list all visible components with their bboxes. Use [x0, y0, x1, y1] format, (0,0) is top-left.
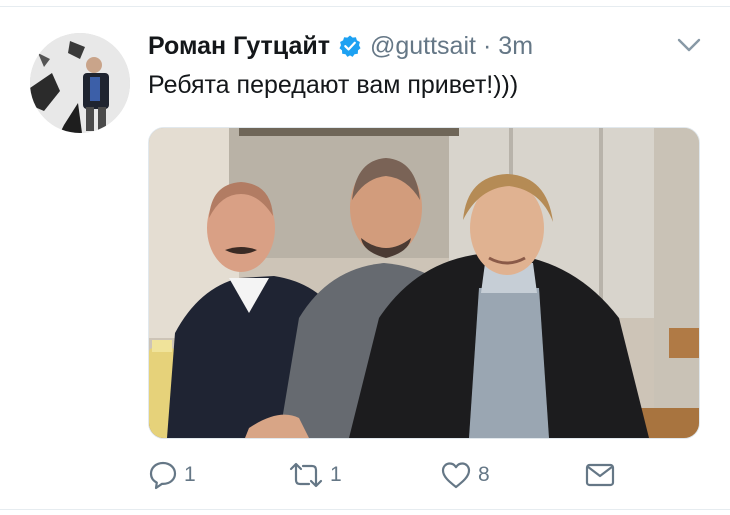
- direct-message-icon: [585, 463, 615, 487]
- retweet-button[interactable]: 1: [288, 455, 342, 495]
- tweet-header: Роман Гутцайт @guttsait · 3m: [148, 26, 533, 66]
- retweet-icon: [289, 462, 323, 488]
- top-divider: [0, 6, 730, 7]
- like-count: 8: [478, 463, 490, 486]
- retweet-count: 1: [330, 463, 342, 486]
- tweet-text: Ребята передают вам привет!))): [148, 71, 519, 99]
- tweet-actions: 1 1 8: [148, 455, 708, 495]
- author-name[interactable]: Роман Гутцайт: [148, 32, 330, 61]
- reply-icon: [149, 461, 177, 490]
- reply-button[interactable]: 1: [148, 455, 196, 495]
- separator-dot: ·: [482, 31, 492, 60]
- verified-badge-icon: [338, 34, 362, 58]
- direct-message-button[interactable]: [584, 455, 616, 495]
- photo-image: [149, 128, 699, 438]
- like-button[interactable]: 8: [440, 455, 490, 495]
- avatar-image: [30, 33, 130, 133]
- author-handle[interactable]: @guttsait: [370, 32, 476, 61]
- tweet-timestamp[interactable]: 3m: [498, 32, 533, 61]
- like-icon: [441, 462, 471, 489]
- bottom-divider: [0, 509, 730, 510]
- chevron-down-icon[interactable]: [676, 36, 702, 54]
- avatar[interactable]: [30, 33, 130, 133]
- reply-count: 1: [184, 463, 196, 486]
- tweet-photo[interactable]: [148, 127, 700, 439]
